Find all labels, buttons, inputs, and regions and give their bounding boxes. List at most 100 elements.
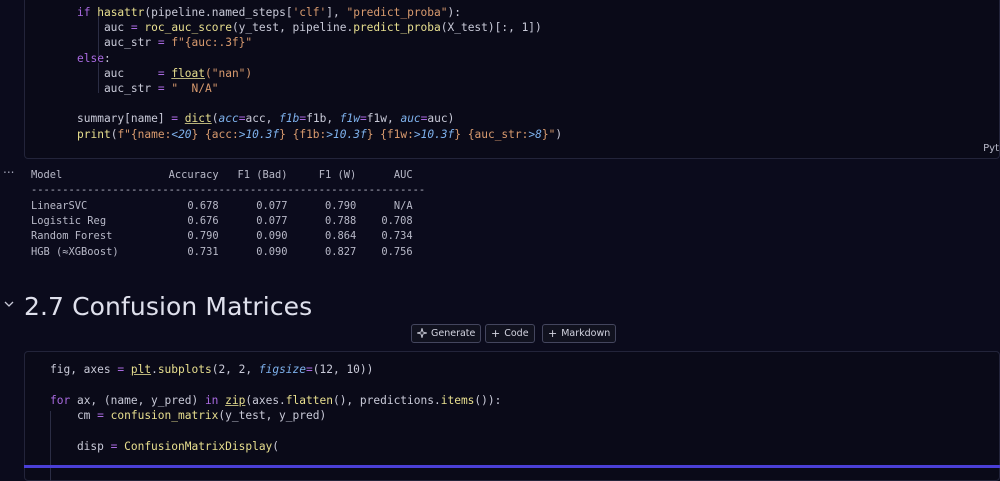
code-token: plt — [130, 363, 152, 376]
code-line: for ax, (name, y_pred) in zip(axes.flatt… — [50, 393, 501, 409]
code-token: } {f1b: — [279, 127, 327, 141]
code-token: auc — [77, 66, 158, 80]
code-token: ()): — [474, 393, 502, 407]
code-token: print — [77, 127, 111, 141]
code-token: auc — [77, 21, 131, 35]
code-cell-summary[interactable]: if hasattr(pipeline.named_steps['clf'], … — [24, 0, 1000, 159]
code-token: = — [157, 82, 172, 95]
code-token: ) — [555, 127, 563, 141]
output-row: HGB (≈XGBoost) 0.731 0.090 0.827 0.756 — [31, 245, 413, 258]
code-token: (2, 2, — [211, 363, 259, 376]
code-token: f"{name: — [117, 127, 172, 141]
code-token: auc_str — [77, 82, 158, 95]
code-token: f1b — [279, 112, 300, 126]
code-token: predict_proba — [353, 21, 441, 35]
code-token: = — [157, 66, 172, 80]
code-token: cm — [50, 408, 98, 422]
code-token: in — [204, 393, 226, 407]
code-token: = — [171, 112, 185, 126]
code-token: }" — [541, 127, 556, 141]
code-token: <20 — [171, 127, 192, 141]
code-token: = — [360, 112, 367, 126]
plus-icon: + — [491, 327, 501, 340]
code-token: >10.3f — [238, 127, 280, 141]
code-line: auc_str = " N/A" — [77, 81, 219, 97]
code-token: f1b, — [306, 112, 340, 126]
code-token: (y_test, y_pred) — [218, 408, 327, 422]
code-token: hasattr — [97, 6, 145, 19]
code-token: f1w, — [366, 112, 401, 126]
code-line: summary[name] = dict(acc=acc, f1b=f1b, f… — [77, 111, 454, 127]
code-token: fig, axes — [50, 363, 118, 376]
output-row: LinearSVC 0.678 0.077 0.790 N/A — [31, 199, 413, 212]
code-token: if — [77, 6, 98, 19]
code-token: = — [117, 363, 131, 376]
code-token: auc) — [427, 112, 455, 126]
code-token: (12, 10)) — [312, 363, 374, 376]
sparkle-icon — [415, 326, 429, 340]
code-token: disp — [50, 439, 111, 453]
code-token: f"{auc:.3f}" — [171, 36, 253, 50]
code-token: confusion_matrix — [110, 408, 219, 422]
output-menu-icon[interactable]: ... — [3, 162, 14, 176]
output-row: Logistic Reg 0.676 0.077 0.788 0.708 — [31, 214, 413, 227]
code-token: ("nan") — [205, 66, 253, 80]
output-header-row: Model Accuracy F1 (Bad) F1 (W) AUC — [31, 169, 413, 181]
code-token: " N/A" — [171, 82, 219, 95]
plus-icon: + — [548, 327, 558, 340]
code-line: print(f"{name:<20} {acc:>10.3f} {f1b:>10… — [77, 127, 562, 143]
code-token: (y_test, pipeline. — [231, 21, 354, 35]
code-token: = — [306, 363, 313, 376]
code-token: dict — [184, 112, 212, 126]
code-token: ], — [326, 6, 347, 19]
code-token: = — [130, 21, 145, 35]
code-line: if hasattr(pipeline.named_steps['clf'], … — [77, 5, 461, 21]
code-token: 'clf' — [292, 6, 327, 19]
code-token: acc — [218, 112, 239, 126]
code-token: for — [50, 393, 77, 407]
code-token: (X_test)[:, 1]) — [440, 21, 542, 35]
add-code-label: Code — [504, 328, 529, 339]
code-line: auc = float("nan") — [77, 66, 252, 82]
code-line: auc = roc_auc_score(y_test, pipeline.pre… — [77, 20, 542, 36]
code-token: float — [171, 66, 205, 80]
code-cell-confusion-matrices[interactable]: fig, axes = plt.subplots(2, 2, figsize=(… — [24, 351, 1000, 481]
code-token: ( — [272, 439, 280, 453]
code-token: "predict_proba" — [346, 6, 448, 19]
code-token: subplots — [157, 363, 212, 376]
code-token: = — [157, 36, 172, 50]
code-token: : — [103, 51, 111, 65]
code-token: (pipeline.named_steps[ — [144, 6, 293, 19]
code-token: } {auc_str: — [454, 127, 529, 141]
code-token: acc, — [245, 112, 280, 126]
add-markdown-cell-button[interactable]: + Markdown — [542, 324, 617, 343]
code-token: >8 — [528, 127, 542, 141]
code-token: ): — [447, 6, 461, 19]
code-token: ax, (name, y_pred) — [76, 393, 205, 407]
code-token: auc_str — [77, 36, 158, 50]
code-token: f1w — [339, 112, 361, 126]
code-line: cm = confusion_matrix(y_test, y_pred) — [50, 408, 326, 424]
collapse-chevron-icon[interactable] — [2, 297, 16, 311]
code-token: else — [77, 51, 104, 65]
code-token: . — [151, 363, 158, 376]
output-separator: ----------------------------------------… — [31, 184, 426, 197]
generate-button[interactable]: Generate — [411, 324, 482, 343]
language-label[interactable]: Pyt — [983, 143, 999, 154]
code-line: auc_str = f"{auc:.3f}" — [77, 35, 252, 51]
code-token: summary[name] — [77, 112, 172, 126]
section-heading: 2.7 Confusion Matrices — [24, 292, 313, 321]
code-token: } {acc: — [191, 127, 239, 141]
code-token: = — [110, 439, 125, 453]
code-token: (axes. — [245, 393, 286, 407]
code-line: disp = ConfusionMatrixDisplay( — [50, 439, 279, 455]
code-token: zip — [225, 393, 246, 407]
code-token: >10.3f — [326, 127, 367, 141]
add-code-cell-button[interactable]: + Code — [485, 324, 535, 343]
code-token: roc_auc_score — [144, 21, 232, 35]
code-token: >10.3f — [413, 127, 455, 141]
generate-label: Generate — [431, 328, 476, 339]
code-token: flatten — [285, 393, 333, 407]
output-row: Random Forest 0.790 0.090 0.864 0.734 — [31, 230, 413, 243]
code-line: fig, axes = plt.subplots(2, 2, figsize=(… — [50, 362, 373, 378]
